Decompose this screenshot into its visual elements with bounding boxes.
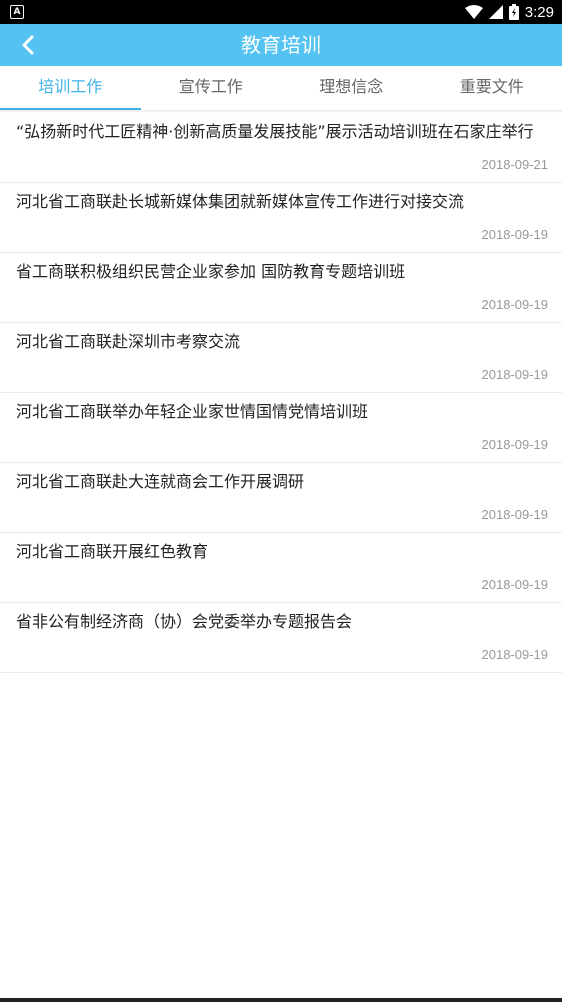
article-date: 2018-09-19 xyxy=(481,507,549,522)
article-title: 河北省工商联举办年轻企业家世情国情党情培训班 xyxy=(16,402,369,421)
article-date: 2018-09-19 xyxy=(481,437,549,452)
list-item[interactable]: 省非公有制经济商（协）会党委举办专题报告会 2018-09-19 xyxy=(0,603,562,673)
article-list: “弘扬新时代工匠精神·创新高质量发展技能”展示活动培训班在石家庄举行 2018-… xyxy=(0,113,562,673)
article-title: 省工商联积极组织民营企业家参加 国防教育专题培训班 xyxy=(16,262,406,281)
status-indicators: 3:29 xyxy=(464,3,554,21)
list-item[interactable]: 河北省工商联赴深圳市考察交流 2018-09-19 xyxy=(0,323,562,393)
article-title: 河北省工商联赴深圳市考察交流 xyxy=(16,332,241,351)
article-title: 省非公有制经济商（协）会党委举办专题报告会 xyxy=(16,612,353,631)
app-header: 教育培训 xyxy=(0,24,562,66)
tab-training-work[interactable]: 培训工作 xyxy=(0,66,141,111)
wifi-icon xyxy=(464,5,483,19)
signal-icon xyxy=(488,5,503,19)
list-item[interactable]: “弘扬新时代工匠精神·创新高质量发展技能”展示活动培训班在石家庄举行 2018-… xyxy=(0,113,562,183)
article-date: 2018-09-19 xyxy=(481,577,549,592)
article-title: 河北省工商联赴长城新媒体集团就新媒体宣传工作进行对接交流 xyxy=(16,192,465,211)
category-tabs: 培训工作 宣传工作 理想信念 重要文件 xyxy=(0,66,562,111)
article-title: 河北省工商联赴大连就商会工作开展调研 xyxy=(16,472,305,491)
article-title: “弘扬新时代工匠精神·创新高质量发展技能”展示活动培训班在石家庄举行 xyxy=(16,122,534,141)
list-item[interactable]: 河北省工商联赴长城新媒体集团就新媒体宣传工作进行对接交流 2018-09-19 xyxy=(0,183,562,253)
tab-publicity-work[interactable]: 宣传工作 xyxy=(141,66,282,110)
article-date: 2018-09-21 xyxy=(481,157,549,172)
app-notification-icon: A xyxy=(10,5,24,19)
list-item[interactable]: 河北省工商联赴大连就商会工作开展调研 2018-09-19 xyxy=(0,463,562,533)
article-date: 2018-09-19 xyxy=(481,297,549,312)
status-time: 3:29 xyxy=(524,3,554,21)
list-item[interactable]: 省工商联积极组织民营企业家参加 国防教育专题培训班 2018-09-19 xyxy=(0,253,562,323)
list-item[interactable]: 河北省工商联举办年轻企业家世情国情党情培训班 2018-09-19 xyxy=(0,393,562,463)
tab-important-documents[interactable]: 重要文件 xyxy=(422,66,562,110)
article-date: 2018-09-19 xyxy=(481,647,549,662)
article-date: 2018-09-19 xyxy=(481,367,549,382)
tab-ideals-beliefs[interactable]: 理想信念 xyxy=(281,66,422,110)
article-date: 2018-09-19 xyxy=(481,227,549,242)
list-item[interactable]: 河北省工商联开展红色教育 2018-09-19 xyxy=(0,533,562,603)
battery-icon xyxy=(508,4,519,20)
status-bar: A 3:29 xyxy=(0,0,562,24)
page-title: 教育培训 xyxy=(241,33,321,57)
article-title: 河北省工商联开展红色教育 xyxy=(16,542,209,561)
bottom-edge-bar xyxy=(0,998,562,1002)
